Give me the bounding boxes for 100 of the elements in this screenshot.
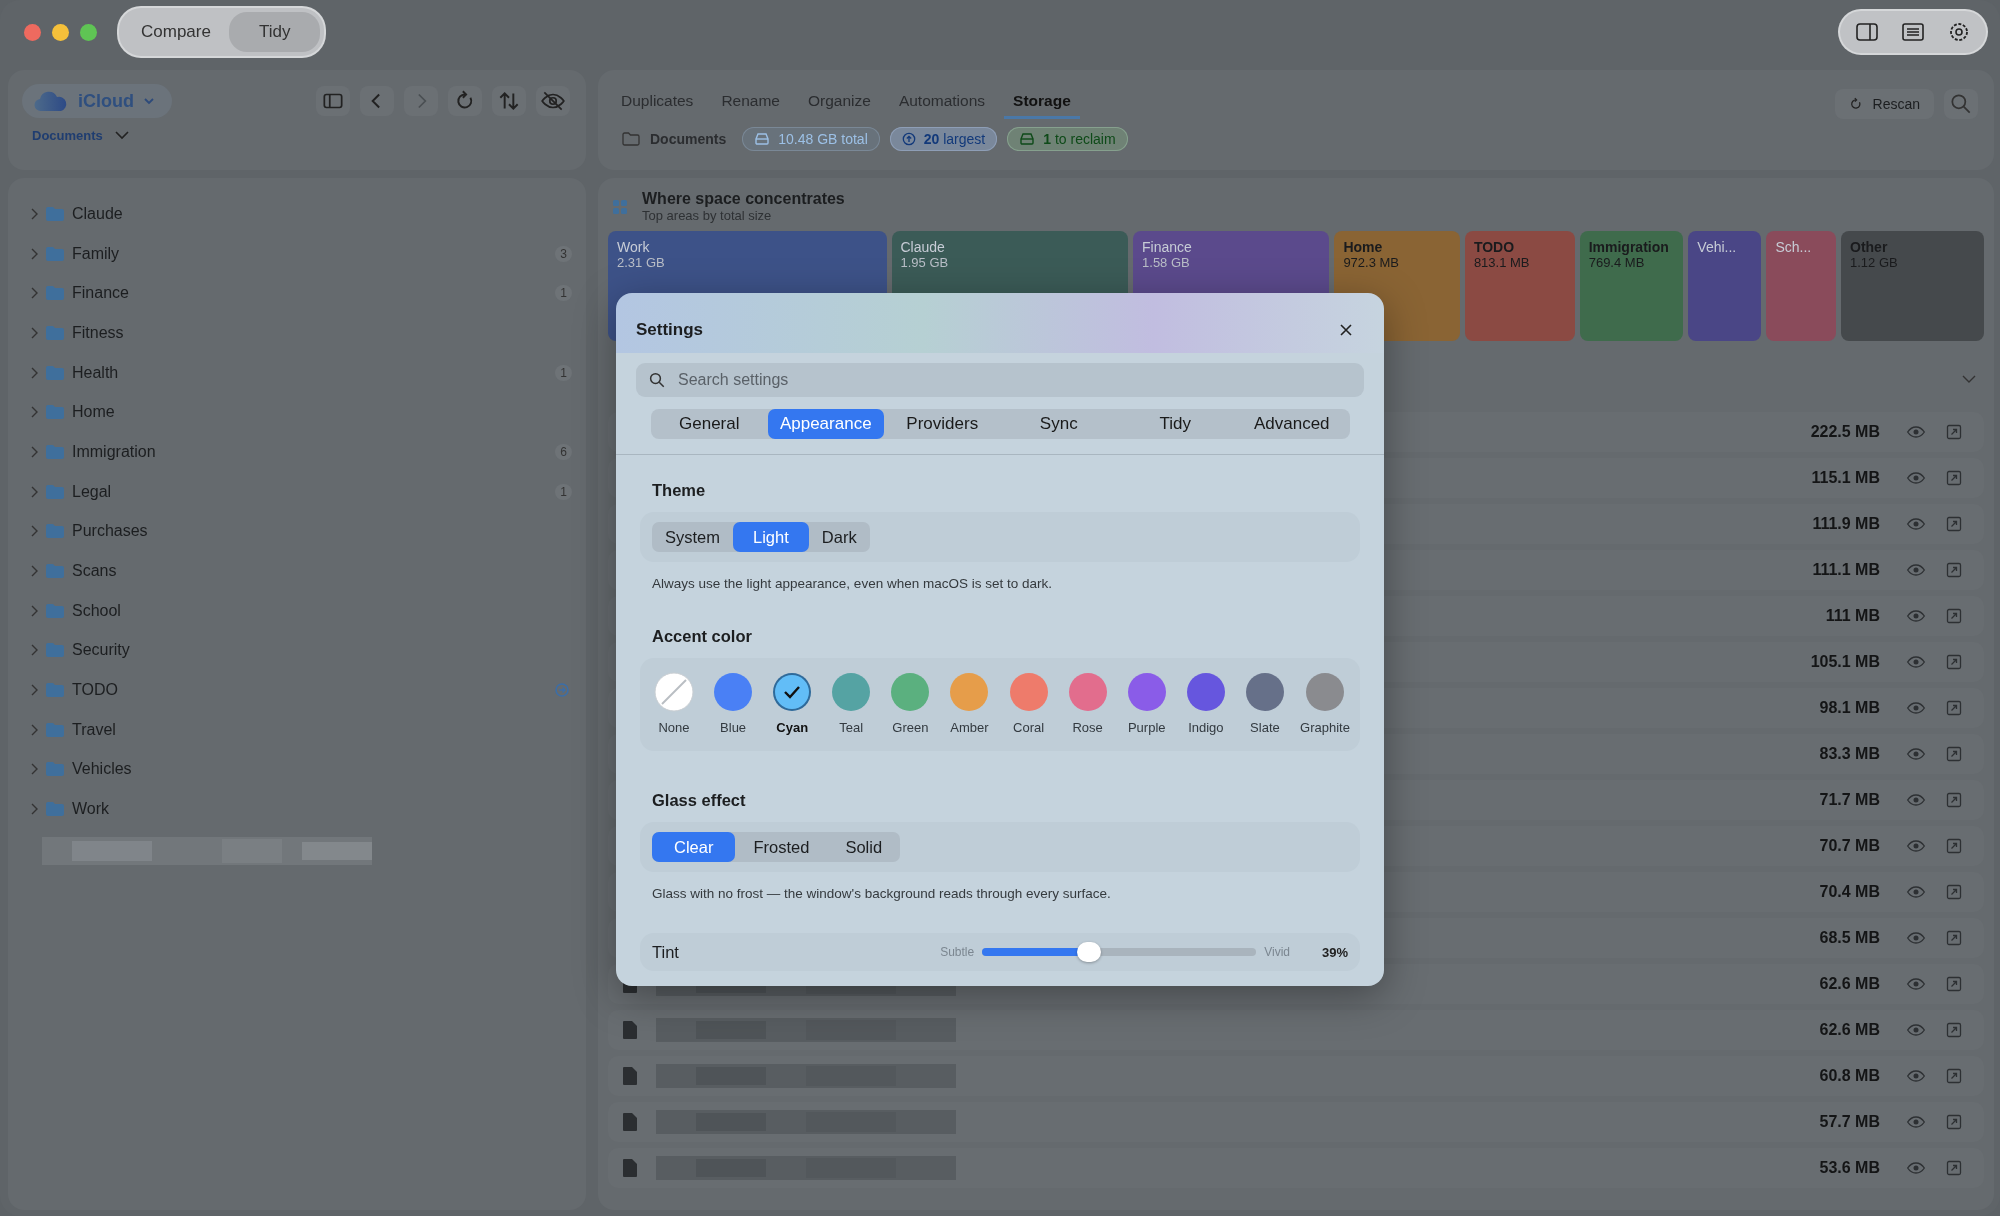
folder-item[interactable]: Vehicles	[30, 749, 572, 790]
folder-item[interactable]: Scans	[30, 551, 572, 591]
search-field[interactable]: Search settings	[636, 363, 1364, 397]
open-external-icon[interactable]	[1946, 976, 1962, 992]
close-icon[interactable]	[1338, 322, 1354, 338]
slider-thumb[interactable]	[1077, 942, 1102, 962]
folder-item[interactable]: School	[30, 590, 572, 631]
forward-icon[interactable]	[404, 86, 438, 116]
search-icon[interactable]	[1944, 88, 1978, 119]
folder-item[interactable]: Purchases	[30, 511, 572, 552]
chevron-icon[interactable]	[30, 366, 38, 379]
tint-slider[interactable]	[982, 941, 1257, 963]
chevron-icon[interactable]	[30, 445, 38, 458]
open-external-icon[interactable]	[1946, 424, 1962, 440]
treemap-tile[interactable]: Immigration 769.4 MB	[1579, 231, 1684, 341]
chevron-icon[interactable]	[30, 763, 38, 776]
glass-option[interactable]: Solid	[827, 832, 901, 862]
minimize-button[interactable]	[52, 23, 69, 41]
chevron-icon[interactable]	[1962, 375, 1976, 384]
settings-tab[interactable]: Tidy	[1117, 409, 1234, 439]
treemap-tile[interactable]: TODO 813.1 MB	[1464, 231, 1575, 341]
hidden-icon[interactable]	[536, 86, 570, 116]
open-external-icon[interactable]	[1946, 930, 1962, 946]
folder-item[interactable]: Family 3	[30, 233, 572, 274]
chevron-icon[interactable]	[30, 723, 38, 736]
stat-chip[interactable]: 10.48 GB total	[742, 127, 880, 151]
chevron-icon[interactable]	[30, 247, 38, 260]
open-external-icon[interactable]	[1946, 1160, 1962, 1176]
folder-item[interactable]: Immigration 6	[30, 432, 572, 472]
folder-item[interactable]: Home	[30, 392, 572, 433]
settings-tab[interactable]: Appearance	[767, 409, 884, 439]
back-icon[interactable]	[360, 86, 394, 116]
treemap-tile[interactable]: Vehi...	[1688, 231, 1762, 341]
folder-item[interactable]: Security	[30, 630, 572, 671]
view-tab[interactable]: Storage	[1004, 88, 1080, 119]
open-external-icon[interactable]	[1946, 700, 1962, 716]
settings-tab[interactable]: Advanced	[1233, 409, 1350, 439]
theme-option[interactable]: Light	[733, 522, 809, 552]
open-external-icon[interactable]	[1946, 838, 1962, 854]
folder-icon	[46, 564, 64, 579]
view-tab[interactable]: Rename	[712, 88, 789, 119]
open-external-icon[interactable]	[1946, 884, 1962, 900]
folder-item[interactable]: TODO	[30, 670, 572, 710]
chevron-icon[interactable]	[30, 565, 38, 578]
chevron-icon[interactable]	[30, 604, 38, 617]
refresh-icon[interactable]	[448, 86, 482, 116]
folder-icon	[46, 603, 64, 618]
folder-item[interactable]: Finance 1	[30, 273, 572, 314]
chevron-icon[interactable]	[30, 684, 38, 697]
mode-tab[interactable]: Tidy	[228, 12, 321, 52]
open-external-icon[interactable]	[1946, 1022, 1962, 1038]
sort-icon[interactable]	[492, 86, 526, 116]
settings-tab[interactable]: Providers	[884, 409, 1001, 439]
open-external-icon[interactable]	[1946, 746, 1962, 762]
open-external-icon[interactable]	[1946, 516, 1962, 532]
glass-option[interactable]: Clear	[652, 832, 736, 862]
view-tab[interactable]: Organize	[798, 88, 880, 119]
stat-chip[interactable]: 20 largest	[889, 127, 998, 151]
folder-item[interactable]: Travel	[30, 709, 572, 750]
glass-option[interactable]: Frosted	[735, 832, 828, 862]
location-picker[interactable]: Documents	[32, 128, 129, 143]
chevron-icon[interactable]	[30, 326, 38, 339]
open-external-icon[interactable]	[1946, 654, 1962, 670]
chevron-icon[interactable]	[30, 644, 38, 657]
theme-option[interactable]: Dark	[808, 522, 870, 552]
theme-option[interactable]: System	[652, 522, 733, 552]
refresh-icon	[1848, 96, 1863, 111]
close-button[interactable]	[24, 23, 41, 41]
file-icon	[622, 1112, 638, 1132]
zoom-button[interactable]	[80, 23, 97, 41]
folder-path: Documents	[650, 131, 727, 147]
open-external-icon[interactable]	[1946, 1068, 1962, 1084]
chevron-icon[interactable]	[30, 406, 38, 419]
chevron-icon[interactable]	[30, 287, 38, 300]
list-icon[interactable]	[1900, 20, 1926, 44]
rescan-button[interactable]: Rescan	[1834, 88, 1934, 119]
view-tab[interactable]: Automations	[889, 88, 995, 119]
stat-chip[interactable]: 1 to reclaim	[1007, 127, 1128, 151]
chevron-icon[interactable]	[30, 525, 38, 538]
open-external-icon[interactable]	[1946, 562, 1962, 578]
settings-tab[interactable]: Sync	[1000, 409, 1117, 439]
chevron-icon[interactable]	[30, 485, 38, 498]
file-size: 70.7 MB	[1819, 837, 1880, 855]
treemap-tile[interactable]: Sch...	[1766, 231, 1836, 341]
open-external-icon[interactable]	[1946, 470, 1962, 486]
folder-item[interactable]: Work	[30, 789, 572, 829]
theme-description: Always use the light appearance, even when macOS is set to dark.	[652, 576, 1053, 591]
folder-item[interactable]: Health 1	[30, 352, 572, 393]
folder-item[interactable]: Fitness	[30, 313, 572, 353]
open-external-icon[interactable]	[1946, 792, 1962, 808]
folder-item[interactable]: Legal 1	[30, 471, 572, 512]
chevron-icon[interactable]	[30, 803, 38, 816]
mode-tab[interactable]: Compare	[123, 12, 229, 52]
open-external-icon[interactable]	[1946, 1114, 1962, 1130]
sidebar-icon[interactable]	[1854, 20, 1880, 44]
view-tab[interactable]: Duplicates	[612, 88, 703, 119]
chevron-icon[interactable]	[30, 207, 38, 220]
folder-item[interactable]: Claude	[30, 194, 572, 234]
open-external-icon[interactable]	[1946, 608, 1962, 624]
settings-tab[interactable]: General	[651, 409, 768, 439]
